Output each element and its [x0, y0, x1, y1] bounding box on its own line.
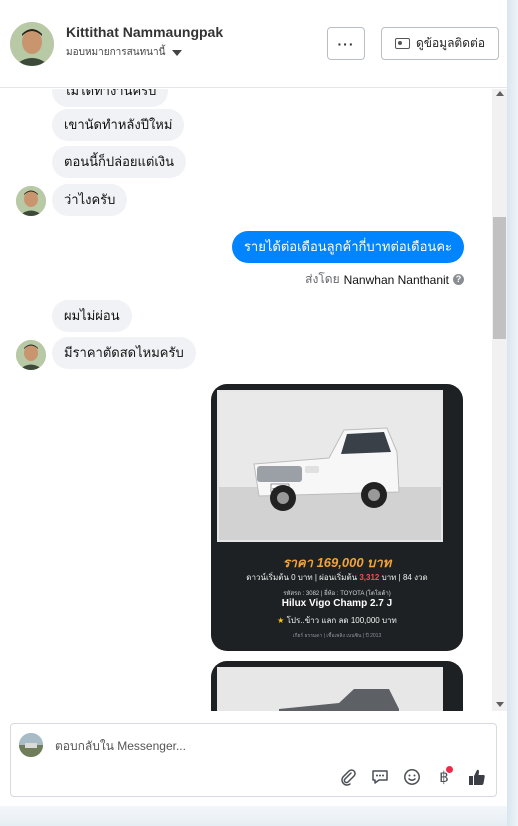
scroll-thumb[interactable]: [493, 217, 506, 339]
contact-name: Kittithat Nammaungpak: [66, 24, 224, 40]
sender-avatar: [16, 340, 46, 370]
message-bubble-incoming: ตอนนี้ก็ปล่อยแต่เงิน: [52, 146, 187, 178]
ellipsis-icon: ···: [337, 35, 355, 52]
help-icon[interactable]: ?: [453, 274, 464, 285]
car-specs: รหัสรถ : 3082 | ยี่ห้อ : TOYOTA (โตโยต้า…: [283, 591, 391, 597]
page-avatar: [19, 733, 43, 757]
reply-composer: ฿: [10, 723, 497, 797]
assign-conversation-dropdown[interactable]: มอบหมายการสนทนานี้: [66, 45, 183, 60]
contact-avatar[interactable]: [10, 22, 54, 66]
reply-input[interactable]: [55, 734, 435, 758]
message-bubble-incoming: ผมไม่ผ่อน: [52, 300, 132, 332]
car-promo: ★ โปร..ข้าว แลก ลด 100,000 บาท: [211, 614, 463, 627]
star-icon: ★: [277, 616, 285, 625]
car-listing-image[interactable]: [211, 661, 463, 711]
car-model: Hilux Vigo Champ 2.7 J: [281, 598, 393, 609]
car-photo: [217, 667, 443, 711]
thread-scrollbar[interactable]: [492, 89, 507, 711]
assign-label: มอบหมายการสนทนานี้: [66, 47, 166, 58]
sent-by-label: ส่งโดย Nanwhan Nanthanit ?: [305, 270, 464, 289]
message-thread[interactable]: ไม่ได้ทำงานครับ เขานัดทำหลังปีใหม่ ตอนนี…: [0, 89, 492, 711]
message-bubble-incoming: ว่าไงครับ: [52, 184, 128, 216]
view-contact-button[interactable]: ดูข้อมูลติดต่อ: [381, 27, 499, 60]
like-thumb-icon[interactable]: [466, 766, 488, 788]
financing-suffix: บาท | 84 งวด: [381, 573, 428, 582]
window-edge: [507, 0, 518, 826]
car-photo: ชข 9815: [217, 390, 443, 542]
view-contact-label: ดูข้อมูลติดต่อ: [415, 36, 486, 50]
sender-avatar: [16, 186, 46, 216]
window-bottom: [0, 806, 507, 826]
attachment-icon[interactable]: [337, 766, 359, 788]
message-bubble-outgoing: รายได้ต่อเดือนลูกค้ากี่บาทต่อเดือนคะ: [231, 231, 464, 263]
sent-by-prefix: ส่งโดย: [305, 272, 340, 286]
sent-by-name: Nanwhan Nanthanit: [343, 272, 449, 287]
message-bubble-incoming: ไม่ได้ทำงานครับ: [52, 89, 169, 107]
message-bubble-incoming: มีราคาตัดสดไหมครับ: [52, 337, 196, 369]
messenger-window: Kittithat Nammaungpak มอบหมายการสนทนานี้…: [0, 0, 507, 826]
emoji-icon[interactable]: [401, 766, 423, 788]
contact-card-icon: [394, 38, 410, 49]
caret-down-icon: [172, 49, 183, 56]
promo-text: โปร..ข้าว แลก ลด 100,000 บาท: [286, 616, 397, 625]
car-price: ราคา 169,000 บาท: [282, 555, 392, 570]
car-listing-image[interactable]: ชข 9815 ราคา 169,000 บาท ดาวน์เริ่มต้น 0…: [211, 384, 463, 651]
conversation-header: Kittithat Nammaungpak มอบหมายการสนทนานี้…: [0, 0, 507, 88]
car-financing: ดาวน์เริ่มต้น 0 บาท | ผ่อนเริ่มต้น 3,312…: [211, 571, 463, 584]
installment-amount: 3,312: [359, 573, 380, 582]
notification-dot: [446, 766, 453, 773]
scroll-down-arrow-icon[interactable]: [496, 702, 504, 707]
payment-icon[interactable]: ฿: [433, 766, 455, 788]
message-bubble-incoming: เขานัดทำหลังปีใหม่: [52, 109, 185, 141]
more-options-button[interactable]: ···: [327, 27, 365, 60]
car-meta: เกียร์ ธรรมดา | เชื้อเพลิง เบนซิน | ปี 2…: [292, 633, 382, 639]
scroll-up-arrow-icon[interactable]: [496, 91, 504, 96]
saved-replies-icon[interactable]: [369, 766, 391, 788]
financing-prefix: ดาวน์เริ่มต้น 0 บาท | ผ่อนเริ่มต้น: [246, 573, 358, 582]
